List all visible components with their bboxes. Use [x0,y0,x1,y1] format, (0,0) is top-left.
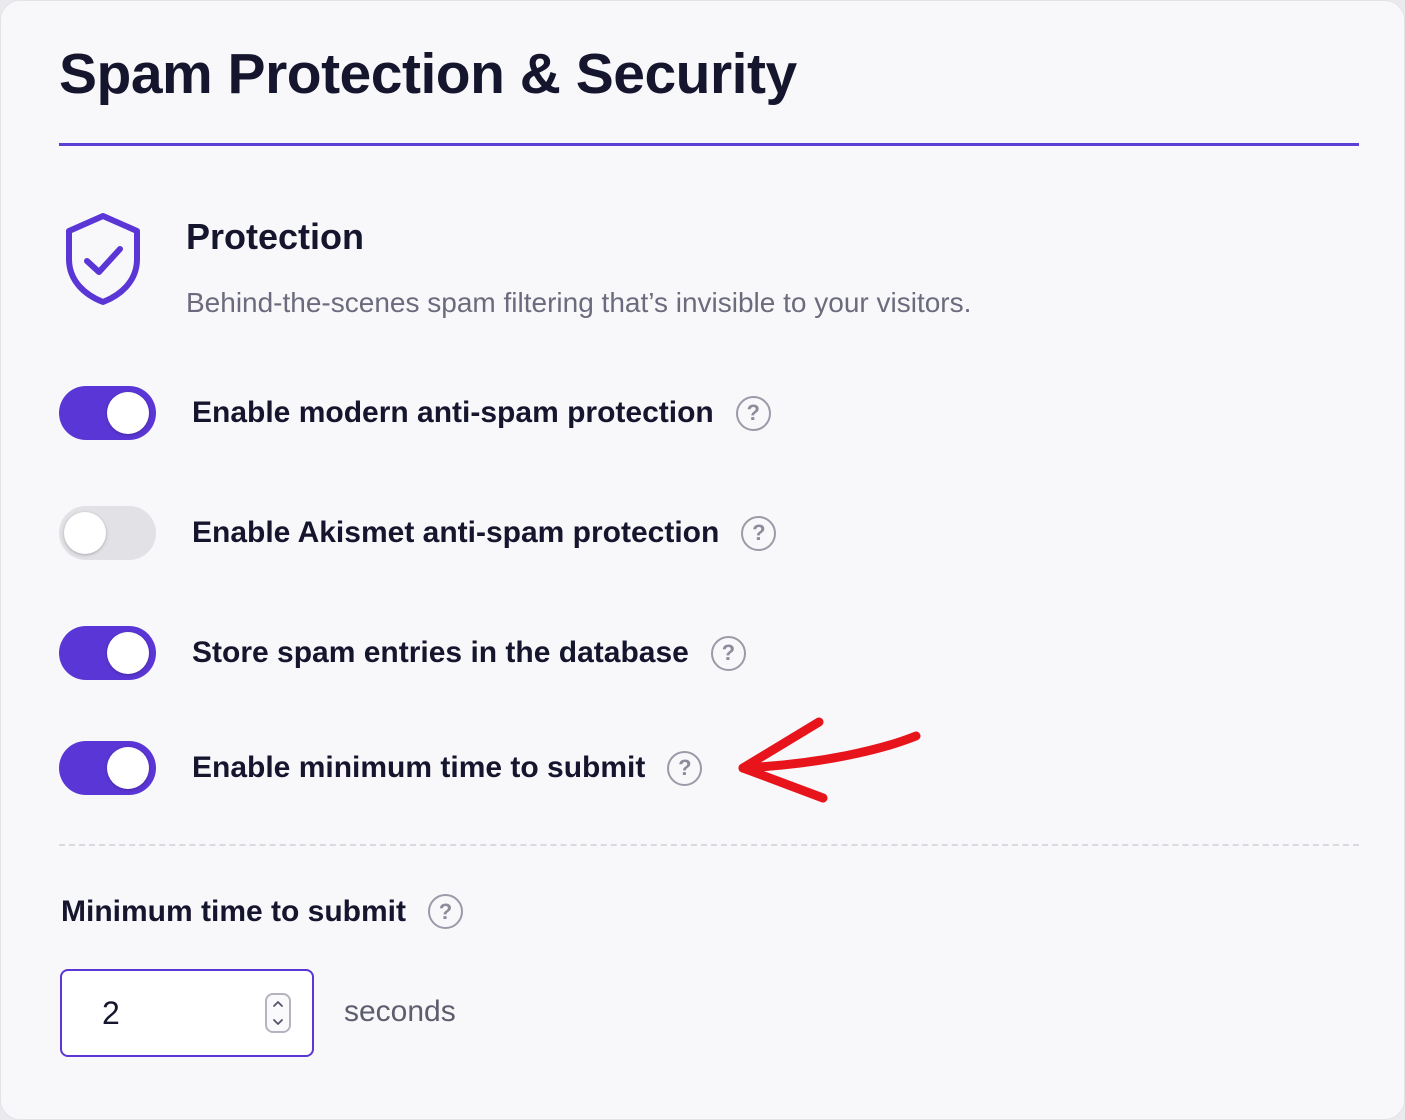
settings-panel: Spam Protection & Security Protection Be… [0,0,1405,1120]
min-time-label: Enable minimum time to submit [192,751,646,784]
section-description: Behind-the-scenes spam filtering that’s … [186,287,972,318]
akismet-toggle[interactable] [59,506,156,560]
toggle-knob [107,632,149,674]
chevron-down-icon[interactable] [267,1013,289,1031]
title-divider [59,143,1359,146]
question-circle-icon[interactable]: ? [741,515,777,551]
setting-row-modern-anti-spam: Enable modern anti-spam protection ? [59,385,1059,441]
min-time-value: 2 [102,995,120,1031]
section-title: Protection [186,216,365,257]
min-time-field-header: Minimum time to submit ? [61,894,463,929]
seconds-unit-label: seconds [344,995,456,1028]
setting-row-store-spam: Store spam entries in the database ? [59,625,1059,681]
store-spam-label: Store spam entries in the database [192,636,689,669]
min-time-field-label: Minimum time to submit [61,894,406,928]
min-time-toggle[interactable] [59,741,156,795]
toggle-knob [64,512,106,554]
page-title: Spam Protection & Security [59,42,797,106]
store-spam-toggle[interactable] [59,626,156,680]
setting-row-akismet: Enable Akismet anti-spam protection ? [59,505,1059,561]
section-divider [59,844,1359,846]
number-stepper[interactable] [265,993,291,1033]
toggle-knob [107,392,149,434]
shield-check-icon [66,213,140,305]
modern-anti-spam-toggle[interactable] [59,386,156,440]
toggle-knob [107,747,149,789]
modern-anti-spam-label: Enable modern anti-spam protection [192,396,714,429]
question-circle-icon[interactable]: ? [735,395,771,431]
red-arrow-icon [738,717,921,803]
min-time-input[interactable]: 2 [60,969,314,1057]
akismet-label: Enable Akismet anti-spam protection [192,516,720,549]
chevron-up-icon[interactable] [267,995,289,1013]
question-circle-icon[interactable]: ? [428,894,463,929]
question-circle-icon[interactable]: ? [710,635,746,671]
question-circle-icon[interactable]: ? [667,750,703,786]
